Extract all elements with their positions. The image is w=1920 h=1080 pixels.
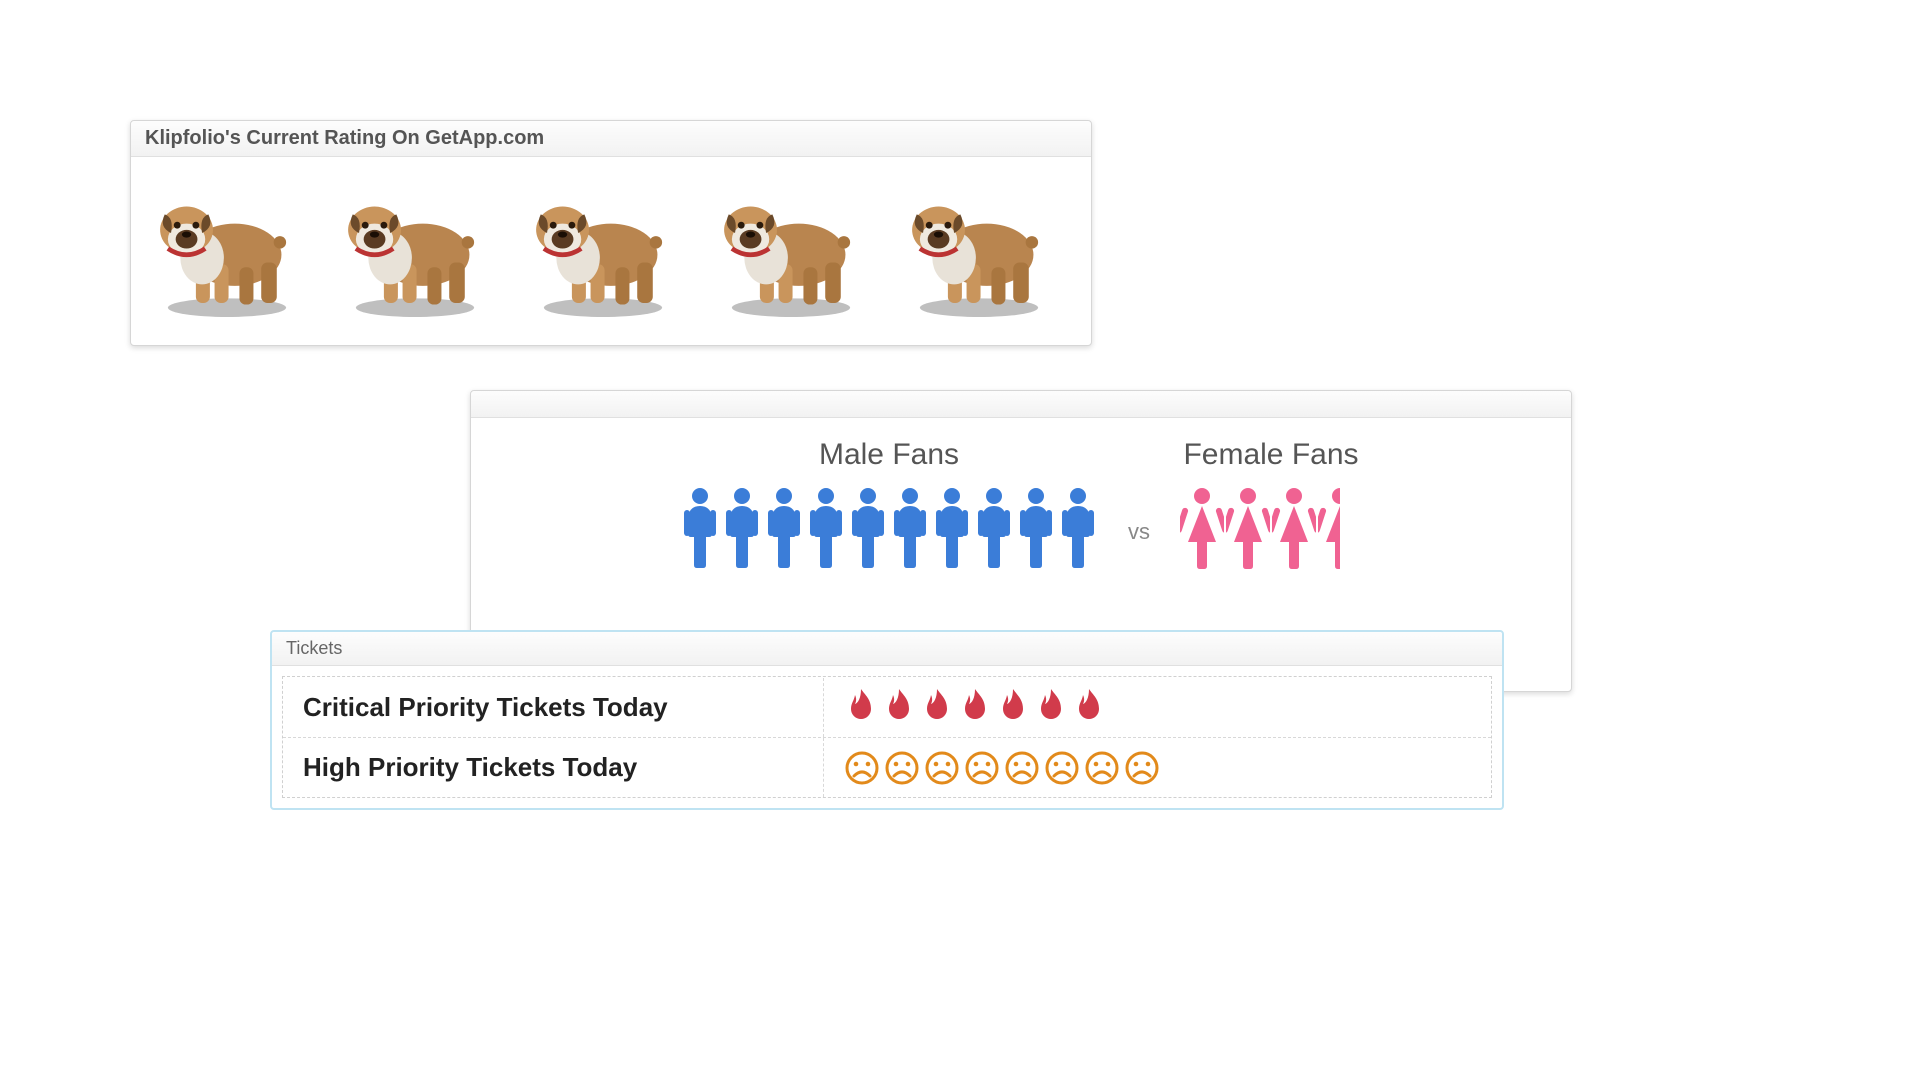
female-fans-icons [1180,486,1362,576]
flame-icon [844,687,878,727]
tickets-widget-title: Tickets [272,632,1502,666]
male-person-icon [890,486,930,576]
male-person-icon [974,486,1014,576]
bulldog-icon [711,177,871,317]
male-person-icon [806,486,846,576]
flame-icon [996,687,1030,727]
flame-icon [882,687,916,727]
frown-icon [884,750,920,786]
male-person-icon [932,486,972,576]
bulldog-icon [335,177,495,317]
bulldog-icon [147,177,307,317]
ticket-row-label: High Priority Tickets Today [283,738,824,797]
flame-icon [1034,687,1068,727]
ticket-row-label: Critical Priority Tickets Today [283,678,824,737]
rating-icon-row [131,157,1091,345]
tickets-table: Critical Priority Tickets Today High Pri… [282,676,1492,798]
male-person-icon [722,486,762,576]
female-person-icon [1180,486,1224,576]
fans-widget-header [471,391,1571,418]
male-person-icon [848,486,888,576]
dashboard-canvas: Klipfolio's Current Rating On GetApp.com [0,0,1920,1080]
bulldog-icon [523,177,683,317]
female-fans-column: Female Fans [1180,438,1362,576]
frown-icon [1044,750,1080,786]
vs-label: vs [1128,469,1150,545]
flame-icon [1072,687,1106,727]
male-person-icon [680,486,720,576]
tickets-widget: Tickets Critical Priority Tickets Today … [270,630,1504,810]
female-person-icon [1272,486,1316,576]
male-fans-label: Male Fans [680,438,1098,472]
bulldog-icon [899,177,1059,317]
ticket-row: High Priority Tickets Today [283,738,1491,797]
male-person-icon [1016,486,1056,576]
male-fans-column: Male Fans [680,438,1098,576]
frown-icon [964,750,1000,786]
ticket-row-icons [824,677,1126,737]
rating-widget-title: Klipfolio's Current Rating On GetApp.com [131,121,1091,157]
ticket-row: Critical Priority Tickets Today [283,677,1491,738]
male-person-icon [764,486,804,576]
male-fans-icons [680,486,1098,576]
frown-icon [1084,750,1120,786]
flame-icon [958,687,992,727]
fans-widget-body: Male Fans [471,418,1571,596]
rating-widget: Klipfolio's Current Rating On GetApp.com [130,120,1092,346]
flame-icon [920,687,954,727]
female-person-icon [1318,486,1362,576]
frown-icon [1124,750,1160,786]
male-person-icon [1058,486,1098,576]
female-person-icon [1226,486,1270,576]
frown-icon [924,750,960,786]
ticket-row-icons [824,740,1180,796]
frown-icon [1004,750,1040,786]
female-fans-label: Female Fans [1180,438,1362,472]
frown-icon [844,750,880,786]
